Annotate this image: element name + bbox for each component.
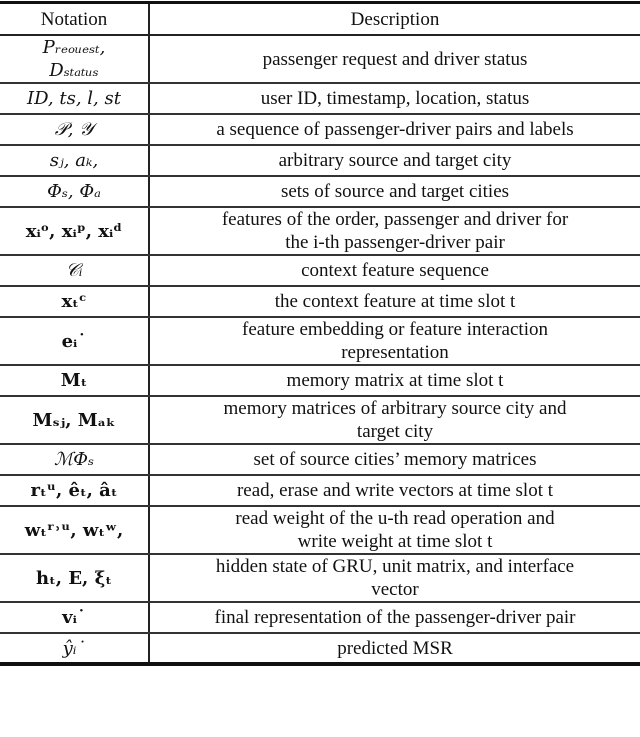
table-row: Mₜ memory matrix at time slot t (0, 365, 640, 397)
notation-cell: eᵢ˙ (0, 317, 150, 366)
table-row: rₜᵘ, êₜ, âₜ read, erase and write vectors… (0, 475, 640, 507)
table-row: ID, ts, l, st user ID, timestamp, locatio… (0, 83, 640, 115)
header-row: Notation Description (0, 1, 640, 36)
table-row: ŷᵢ˙ predicted MSR (0, 633, 640, 666)
description-cell: context feature sequence (149, 255, 640, 287)
notation-cell: wₜʳ˒ᵘ, wₜʷ, (0, 506, 150, 555)
table-row: 𝒫, 𝒴a sequence of passenger-driver pairs… (0, 114, 640, 146)
table-row: ℳΦₛ set of source cities’ memory matrices (0, 444, 640, 476)
notation-table: Notation Description Pᵣₑₒᵤₑₛₜ, Dₛₜₐₜᵤₛ pa… (0, 1, 640, 666)
table-row: Φₛ, Φₐ sets of source and target cities (0, 176, 640, 208)
description-cell: passenger request and driver status (149, 35, 640, 84)
notation-cell: ŷᵢ˙ (0, 633, 150, 666)
notation-cell: ℳΦₛ (0, 444, 150, 476)
header-description: Description (149, 1, 640, 36)
notation-cell: Pᵣₑₒᵤₑₛₜ, Dₛₜₐₜᵤₛ (0, 35, 150, 84)
description-cell: feature embedding or feature interaction… (149, 317, 640, 366)
notation-cell: Φₛ, Φₐ (0, 176, 150, 208)
notation-cell: xᵢᵒ, xᵢᵖ, xᵢᵈ (0, 207, 150, 256)
notation-cell: ID, ts, l, st (0, 83, 150, 115)
description-cell: arbitrary source and target city (149, 145, 640, 177)
notation-cell: xₜᶜ (0, 286, 150, 318)
description-cell: memory matrix at time slot t (149, 365, 640, 397)
description-cell: user ID, timestamp, location, status (149, 83, 640, 115)
table-row: Pᵣₑₒᵤₑₛₜ, Dₛₜₐₜᵤₛ passenger request and d… (0, 35, 640, 84)
description-cell: sets of source and target cities (149, 176, 640, 208)
notation-cell: sⱼ, aₖ, (0, 145, 150, 177)
notation-cell: 𝒫, 𝒴 (0, 114, 150, 146)
table-row: wₜʳ˒ᵘ, wₜʷ, read weight of the u-th read … (0, 506, 640, 555)
table-row: xᵢᵒ, xᵢᵖ, xᵢᵈ features of the order, pass… (0, 207, 640, 256)
table-row: eᵢ˙ feature embedding or feature interact… (0, 317, 640, 366)
notation-cell: hₜ, E, ξₜ (0, 554, 150, 603)
table-row: xₜᶜ the context feature at time slot t (0, 286, 640, 318)
table-row: hₜ, E, ξₜ hidden state of GRU, unit matri… (0, 554, 640, 603)
description-cell: hidden state of GRU, unit matrix, and in… (149, 554, 640, 603)
table-row: vᵢ˙ final representation of the passenger… (0, 602, 640, 634)
description-cell: predicted MSR (149, 633, 640, 666)
notation-cell: rₜᵘ, êₜ, âₜ (0, 475, 150, 507)
notation-cell: Mₛⱼ, Mₐₖ (0, 396, 150, 445)
description-cell: a sequence of passenger-driver pairs and… (149, 114, 640, 146)
description-cell: read, erase and write vectors at time sl… (149, 475, 640, 507)
description-cell: the context feature at time slot t (149, 286, 640, 318)
table-row: 𝒞ᵢ context feature sequence (0, 255, 640, 287)
header-notation: Notation (0, 1, 150, 36)
notation-cell: vᵢ˙ (0, 602, 150, 634)
description-cell: final representation of the passenger-dr… (149, 602, 640, 634)
notation-cell: Mₜ (0, 365, 150, 397)
table-row: Mₛⱼ, Mₐₖ memory matrices of arbitrary sou… (0, 396, 640, 445)
description-cell: features of the order, passenger and dri… (149, 207, 640, 256)
description-cell: set of source cities’ memory matrices (149, 444, 640, 476)
table-row: sⱼ, aₖ, arbitrary source and target city (0, 145, 640, 177)
notation-cell: 𝒞ᵢ (0, 255, 150, 287)
description-cell: memory matrices of arbitrary source city… (149, 396, 640, 445)
description-cell: read weight of the u-th read operation a… (149, 506, 640, 555)
